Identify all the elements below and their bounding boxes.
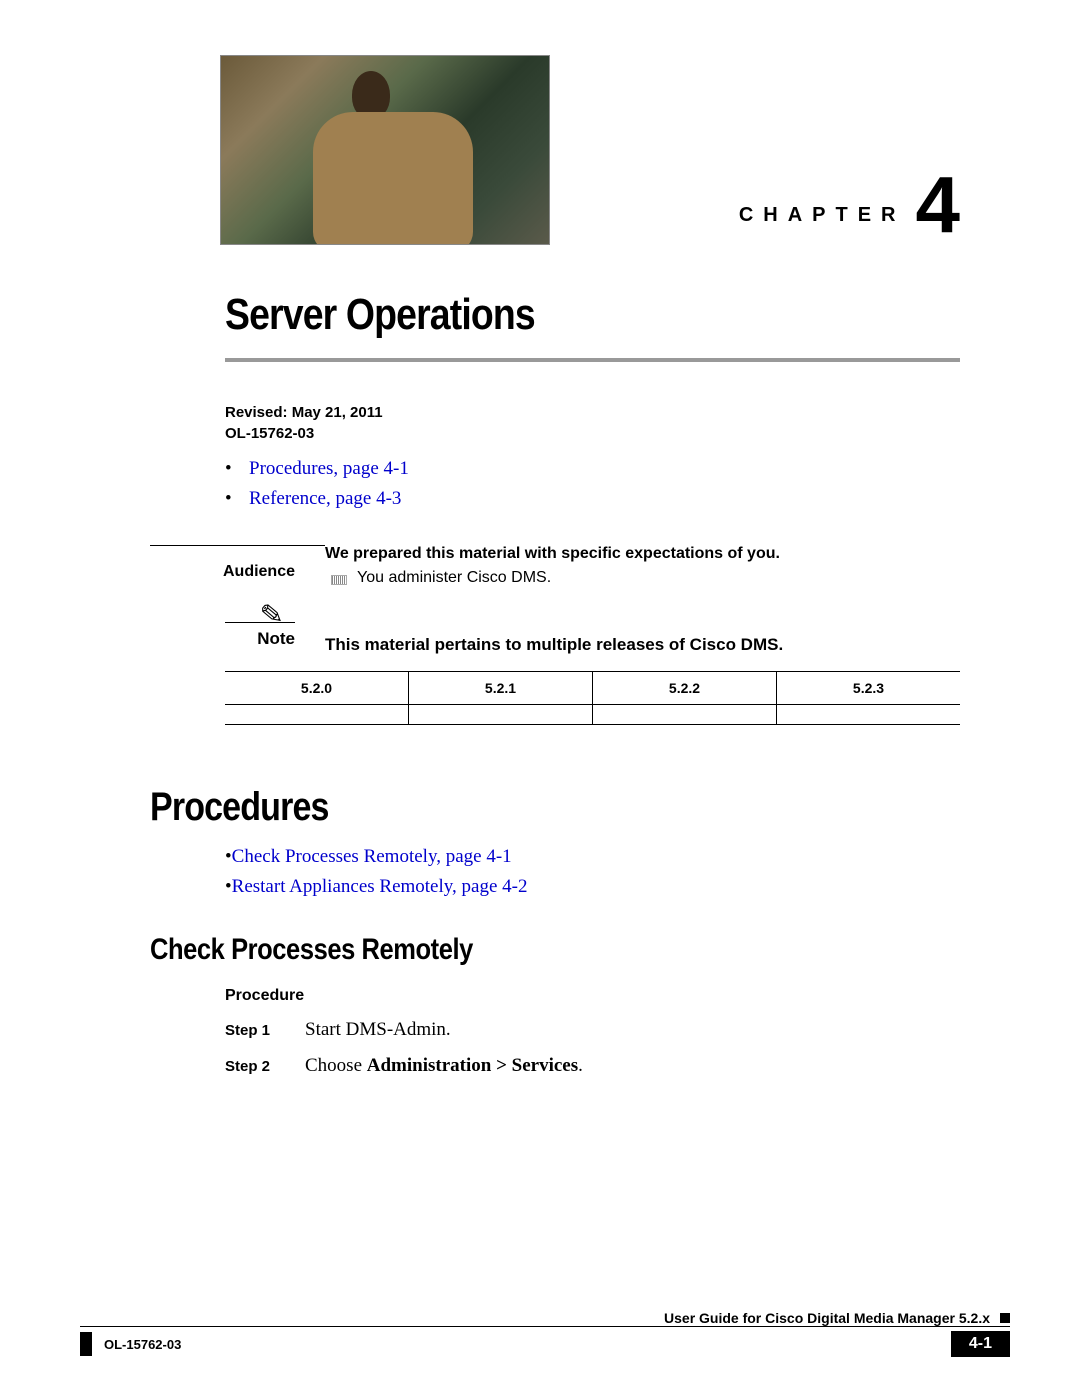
note-text: This material pertains to multiple relea… <box>325 622 960 655</box>
version-body-cell <box>225 704 409 724</box>
procedure-step: Step 1 Start DMS-Admin. <box>225 1019 960 1041</box>
step-number: Step 1 <box>225 1019 305 1041</box>
revised-date: Revised: May 21, 2011 <box>225 402 960 423</box>
procedures-toc: •Check Processes Remotely, page 4-1 •Res… <box>225 842 960 903</box>
footer-bar-icon <box>80 1332 92 1356</box>
version-body-cell <box>777 704 960 724</box>
footer-rule <box>80 1326 1010 1327</box>
chapter-number: 4 <box>916 165 961 245</box>
toc-link-procedures[interactable]: Procedures, page 4-1 <box>249 458 409 479</box>
subsection-heading: Check Processes Remotely <box>150 933 839 967</box>
note-block: ✎ Note This material pertains to multipl… <box>150 622 960 655</box>
audience-lead: We prepared this material with specific … <box>325 545 960 563</box>
footer-square-icon <box>1000 1313 1010 1323</box>
step-text: Start DMS-Admin. <box>305 1019 451 1041</box>
audience-label: Audience <box>150 545 295 581</box>
version-cell: 5.2.3 <box>777 672 960 704</box>
version-cell: 5.2.1 <box>409 672 593 704</box>
version-cell: 5.2.2 <box>593 672 777 704</box>
version-table: 5.2.0 5.2.1 5.2.2 5.2.3 <box>225 671 960 725</box>
toc-link-restart-appliances[interactable]: Restart Appliances Remotely, page 4-2 <box>232 876 528 897</box>
toc-item: •Reference, page 4-3 <box>225 484 960 514</box>
section-heading-procedures: Procedures <box>150 785 839 830</box>
procedure-label: Procedure <box>225 987 960 1005</box>
title-rule <box>225 358 960 362</box>
chapter-label-block: CHAPTER 4 <box>739 165 960 245</box>
pencil-icon: ✎ <box>258 597 284 633</box>
chapter-header: CHAPTER 4 <box>220 55 960 245</box>
footer-doc-id: OL-15762-03 <box>104 1337 951 1352</box>
page-footer: User Guide for Cisco Digital Media Manag… <box>0 1310 1080 1357</box>
document-page: CHAPTER 4 Server Operations Revised: May… <box>0 0 1080 1397</box>
toc-link-reference[interactable]: Reference, page 4-3 <box>249 488 401 509</box>
version-cell: 5.2.0 <box>225 672 409 704</box>
chapter-photo <box>220 55 550 245</box>
revision-block: Revised: May 21, 2011 OL-15762-03 <box>225 402 960 444</box>
doc-id: OL-15762-03 <box>225 423 960 444</box>
toc-item: •Check Processes Remotely, page 4-1 <box>225 842 960 872</box>
audience-item: You administer Cisco DMS. <box>357 569 960 587</box>
toc-item: •Procedures, page 4-1 <box>225 454 960 484</box>
step-text: Choose Administration > Services. <box>305 1055 583 1077</box>
chapter-word: CHAPTER <box>739 204 906 245</box>
version-body-cell <box>409 704 593 724</box>
procedure-step: Step 2 Choose Administration > Services. <box>225 1055 960 1077</box>
step-number: Step 2 <box>225 1055 305 1077</box>
audience-block: Audience We prepared this material with … <box>150 545 960 587</box>
toc-item: •Restart Appliances Remotely, page 4-2 <box>225 872 960 902</box>
footer-page-number: 4-1 <box>951 1331 1010 1357</box>
footer-guide-title: User Guide for Cisco Digital Media Manag… <box>100 1310 1000 1326</box>
toc-link-check-processes[interactable]: Check Processes Remotely, page 4-1 <box>232 846 512 867</box>
page-title: Server Operations <box>225 290 850 340</box>
chapter-toc: •Procedures, page 4-1 •Reference, page 4… <box>225 454 960 515</box>
version-body-cell <box>593 704 777 724</box>
